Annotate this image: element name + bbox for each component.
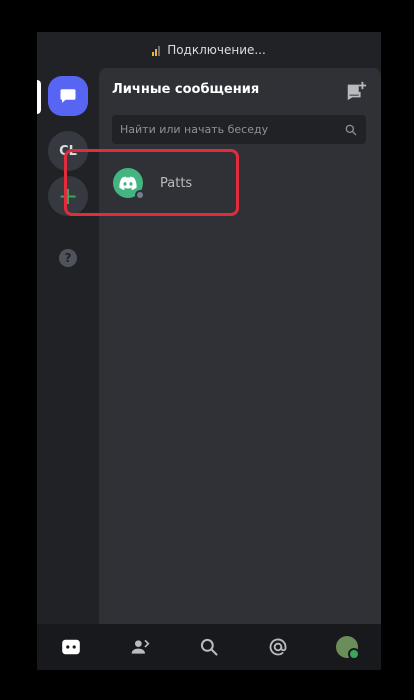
server-cl[interactable]: CL <box>48 131 88 171</box>
avatar <box>113 168 145 200</box>
online-status-indicator <box>347 648 360 660</box>
dm-item-patts[interactable]: Patts <box>107 160 373 206</box>
server-cl-label: CL <box>59 143 77 159</box>
search-input[interactable] <box>112 123 344 136</box>
user-avatar <box>335 636 360 660</box>
add-server-button[interactable]: + <box>48 176 88 216</box>
nav-home-button[interactable] <box>56 632 86 662</box>
nav-profile-button[interactable] <box>332 632 362 662</box>
direct-messages-button[interactable] <box>48 76 88 116</box>
search-icon <box>200 638 218 656</box>
new-message-icon <box>347 81 367 101</box>
selected-indicator <box>37 80 41 114</box>
at-icon <box>269 638 287 656</box>
app-screen: Подключение... CL + ? Личные сообщения Н… <box>37 32 381 670</box>
help-label: ? <box>64 251 72 265</box>
plus-icon: + <box>57 182 79 210</box>
help-button[interactable]: ? <box>48 238 88 278</box>
discord-logo-icon <box>119 176 137 190</box>
status-indicator <box>135 190 145 200</box>
question-icon: ? <box>59 249 77 267</box>
nav-friends-button[interactable] <box>125 632 155 662</box>
dm-name: Patts <box>160 175 193 191</box>
bottom-nav <box>37 624 381 670</box>
nav-search-button[interactable] <box>194 632 224 662</box>
new-message-button[interactable] <box>345 80 367 102</box>
search-bar[interactable] <box>112 115 366 144</box>
status-bar: Подключение... <box>37 32 381 68</box>
chat-bubble-icon <box>60 89 76 103</box>
nav-mentions-button[interactable] <box>263 632 293 662</box>
search-icon <box>345 124 357 135</box>
panel-title: Личные сообщения <box>112 82 260 97</box>
dm-panel: Личные сообщения Patts <box>99 68 381 624</box>
signal-icon <box>152 45 161 56</box>
connection-status: Подключение... <box>167 43 266 57</box>
friends-icon <box>131 639 150 654</box>
discord-home-icon <box>62 639 81 655</box>
